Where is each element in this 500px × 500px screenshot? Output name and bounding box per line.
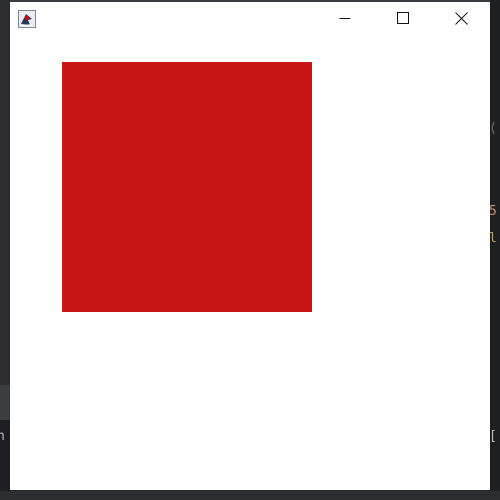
ide-code-fragment: n [0,429,5,444]
ide-code-fragment: [ [489,429,497,444]
minimize-icon [339,18,351,19]
close-button[interactable] [432,2,490,34]
app-window[interactable] [10,2,490,490]
maximize-icon [397,12,409,24]
java-duke-icon[interactable] [18,10,36,28]
close-icon [454,11,468,25]
ide-right-strip [490,0,500,500]
minimize-button[interactable] [316,2,374,34]
maximize-button[interactable] [374,2,432,34]
ide-code-fragment: ( [489,121,497,136]
ide-code-fragment: l [489,231,497,246]
drawing-canvas[interactable] [10,34,490,490]
ide-bottom-strip [0,491,500,500]
red-square [62,62,312,312]
title-bar[interactable] [10,2,490,34]
ide-code-fragment: 5 [489,204,497,219]
window-controls [316,2,490,34]
ide-left-strip [0,0,10,500]
